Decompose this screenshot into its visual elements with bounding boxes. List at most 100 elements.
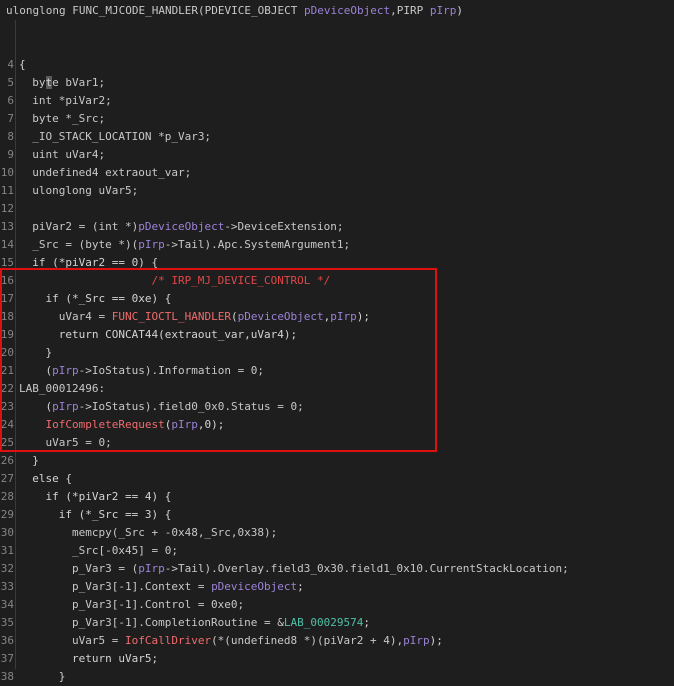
code-line: 11 ulonglong uVar5;: [0, 182, 674, 200]
signature-token: ulonglong FUNC_MJCODE_HANDLER(PDEVICE_OB…: [6, 4, 305, 17]
line-code: memcpy(_Src + -0x48,_Src,0x38);: [19, 524, 277, 542]
code-line: 26 }: [0, 452, 674, 470]
code-token: ->IoStatus).field0_0x0.Status = 0;: [78, 400, 304, 413]
code-line: 34 p_Var3[-1].Control = 0xe0;: [0, 596, 674, 614]
line-code: }: [19, 452, 39, 470]
line-number: 16: [0, 274, 14, 287]
line-number: 32: [0, 562, 14, 575]
line-number: 25: [0, 436, 14, 449]
code-token: else {: [32, 472, 72, 485]
code-token: ;: [297, 580, 304, 593]
line-number: 8: [7, 130, 14, 143]
code-line: 30 memcpy(_Src + -0x48,_Src,0x38);: [0, 524, 674, 542]
code-token: pIrp: [330, 310, 357, 323]
code-token: ,0);: [197, 418, 225, 431]
line-number: 23: [0, 400, 14, 413]
code-line: 17 if (*_Src == 0xe) {: [0, 290, 674, 308]
code-line: 29 if (*_Src == 3) {: [0, 506, 674, 524]
line-number: 4: [7, 58, 14, 71]
line-code: _IO_STACK_LOCATION *p_Var3;: [19, 128, 211, 146]
code-line: 22 LAB_00012496:: [0, 380, 674, 398]
line-number: 5: [7, 76, 14, 89]
code-token: (*(undefined8 *)(piVar2 + 4),: [211, 634, 404, 647]
line-number: 19: [0, 328, 14, 341]
code-token: byte *_Src;: [32, 112, 106, 125]
line-code: byte bVar1;: [19, 74, 105, 92]
code-line: 14 _Src = (byte *)(pIrp->Tail).Apc.Syste…: [0, 236, 674, 254]
line-code: _Src[-0x45] = 0;: [19, 542, 178, 560]
signature-token: ,PIRP: [390, 4, 430, 17]
line-number: 31: [0, 544, 14, 557]
line-code: p_Var3[-1].Control = 0xe0;: [19, 596, 244, 614]
code-line: 20 }: [0, 344, 674, 362]
code-line: 35 p_Var3[-1].CompletionRoutine = &LAB_0…: [0, 614, 674, 632]
code-token: FUNC_IOCTL_HANDLER: [111, 310, 231, 323]
code-token: );: [356, 310, 371, 323]
code-token: p_Var3[-1].CompletionRoutine = &: [71, 616, 284, 629]
code-lines: 4{5 byte bVar1; 6 int *piVar2; 7 byte *_Sr…: [0, 38, 674, 686]
decompiler-editor[interactable]: ulonglong FUNC_MJCODE_HANDLER(PDEVICE_OB…: [0, 0, 674, 683]
code-token: }: [45, 346, 53, 359]
code-token: return uVar5;: [71, 652, 159, 665]
line-code: p_Var3[-1].CompletionRoutine = &LAB_0002…: [19, 614, 370, 632]
line-code: _Src = (byte *)(pIrp->Tail).Apc.SystemAr…: [19, 236, 350, 254]
code-token: undefined4 extraout_var;: [32, 166, 192, 179]
line-number: 28: [0, 490, 14, 503]
code-token: pIrp: [52, 400, 79, 413]
line-code: {: [19, 56, 26, 74]
line-number: 12: [0, 202, 14, 215]
line-number: 11: [0, 184, 14, 197]
line-code: p_Var3 = (pIrp->Tail).Overlay.field3_0x3…: [19, 560, 569, 578]
code-line: 4{: [0, 56, 674, 74]
code-token: if (*piVar2 == 4) {: [45, 490, 172, 503]
code-token: uVar5 =: [71, 634, 125, 647]
line-code: uVar5 = 0;: [19, 434, 112, 452]
code-token: uVar4 =: [58, 310, 112, 323]
line-number: 7: [7, 112, 14, 125]
code-line: 16 /* IRP_MJ_DEVICE_CONTROL */: [0, 272, 674, 290]
line-code: uint uVar4;: [19, 146, 105, 164]
line-code: IofCompleteRequest(pIrp,0);: [19, 416, 225, 434]
code-token: p_Var3[-1].Control = 0xe0;: [71, 598, 245, 611]
code-line: 32 p_Var3 = (pIrp->Tail).Overlay.field3_…: [0, 560, 674, 578]
line-code: (pIrp->IoStatus).Information = 0;: [19, 362, 265, 380]
code-line: 38 }: [0, 668, 674, 686]
code-line: 8 _IO_STACK_LOCATION *p_Var3;: [0, 128, 674, 146]
signature-token: ): [456, 4, 463, 17]
code-token: ;: [363, 616, 371, 629]
line-number: 38: [0, 670, 14, 683]
line-number: 10: [0, 166, 14, 179]
code-token: pDeviceObject: [237, 310, 324, 323]
line-code: if (*_Src == 3) {: [19, 506, 172, 524]
line-code: uVar4 = FUNC_IOCTL_HANDLER(pDeviceObject…: [19, 308, 370, 326]
line-code: }: [19, 668, 66, 686]
line-code: }: [19, 344, 53, 362]
code-token: if (*piVar2 == 0) {: [32, 256, 159, 269]
line-code: (pIrp->IoStatus).field0_0x0.Status = 0;: [19, 398, 304, 416]
line-number: 36: [0, 634, 14, 647]
signature-token: pIrp: [429, 4, 457, 17]
code-line: 10 undefined4 extraout_var;: [0, 164, 674, 182]
code-line: 18 uVar4 = FUNC_IOCTL_HANDLER(pDeviceObj…: [0, 308, 674, 326]
code-line: 33 p_Var3[-1].Context = pDeviceObject;: [0, 578, 674, 596]
code-token: LAB_00012496:: [19, 382, 106, 395]
code-line: 28 if (*piVar2 == 4) {: [0, 488, 674, 506]
line-number: 27: [0, 472, 14, 485]
code-token: );: [429, 634, 443, 647]
line-code: LAB_00012496:: [19, 380, 105, 398]
code-token: IofCompleteRequest: [45, 418, 165, 431]
line-number: 6: [7, 94, 14, 107]
line-number: 37: [0, 652, 14, 665]
code-line: 24 IofCompleteRequest(pIrp,0);: [0, 416, 674, 434]
code-token: int *piVar2;: [32, 94, 112, 107]
code-token: p_Var3[-1].Context =: [71, 580, 212, 593]
code-token: ->Tail).Overlay.field3_0x30.field1_0x10.…: [164, 562, 569, 575]
code-token: ulonglong uVar5;: [32, 184, 139, 197]
line-number: 15: [0, 256, 14, 269]
code-token: uint uVar4;: [32, 148, 106, 161]
line-number: 14: [0, 238, 14, 251]
line-number: 29: [0, 508, 14, 521]
function-signature[interactable]: ulonglong FUNC_MJCODE_HANDLER(PDEVICE_OB…: [6, 2, 463, 20]
code-line: 31 _Src[-0x45] = 0;: [0, 542, 674, 560]
